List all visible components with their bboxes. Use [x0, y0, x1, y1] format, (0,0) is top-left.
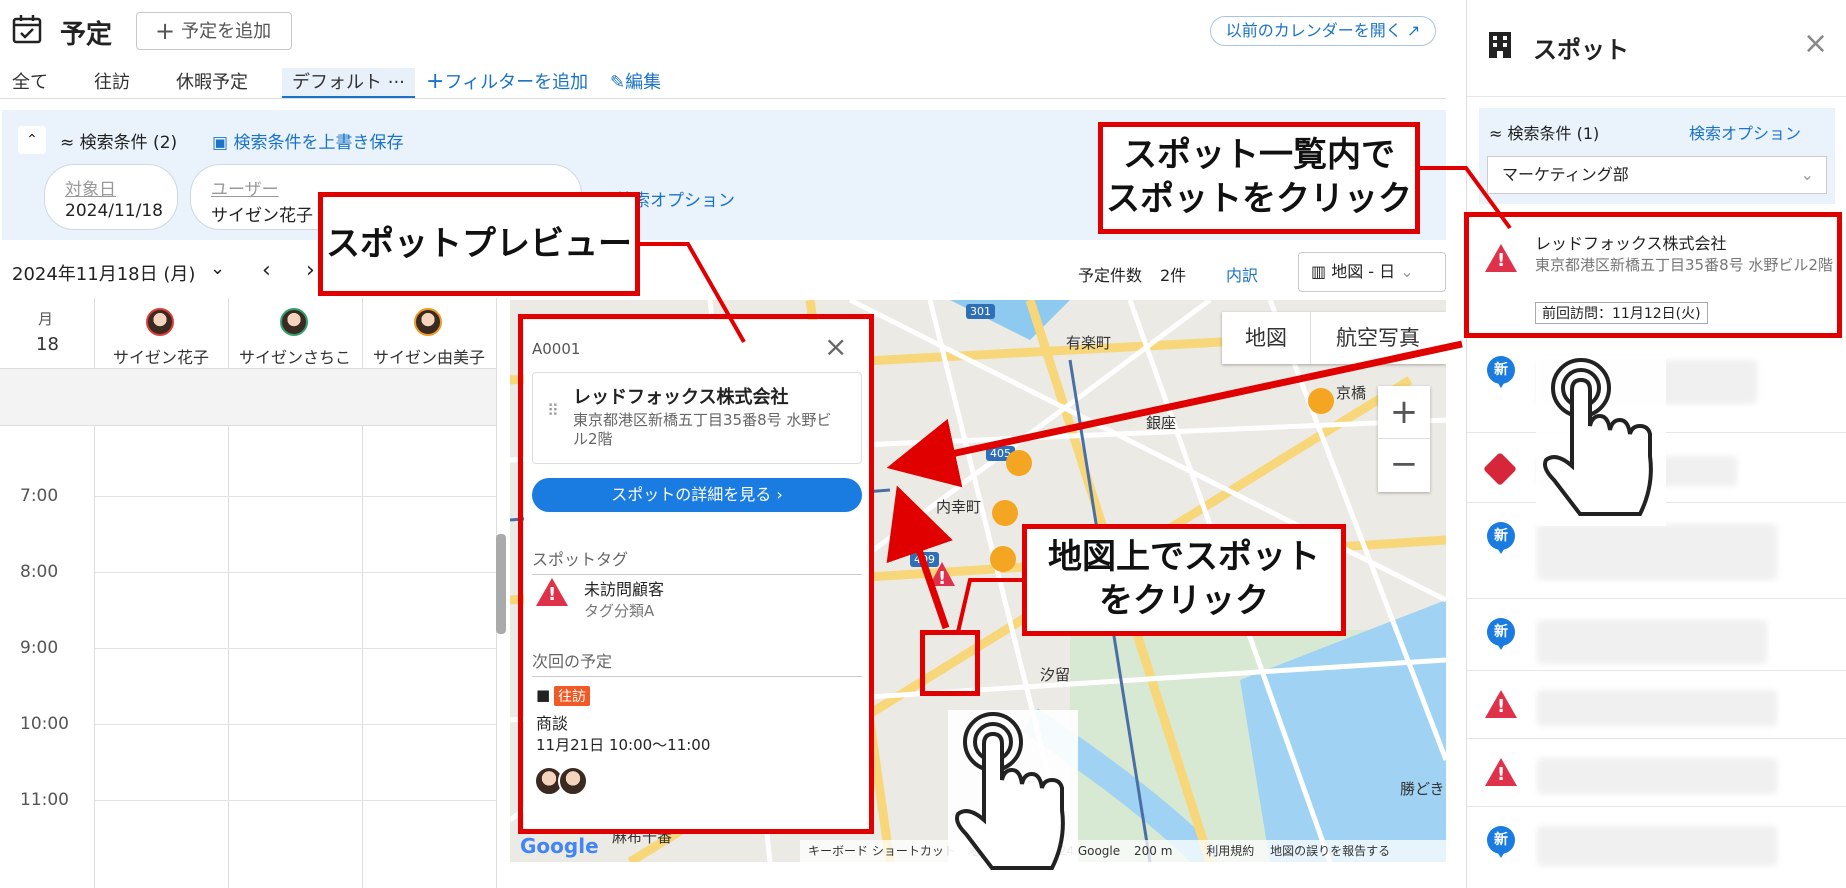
callout-preview: スポットプレビュー — [318, 192, 640, 296]
pointer-hand-icon — [1536, 356, 1666, 526]
callout-list-click: スポット一覧内で スポットをクリック — [1098, 122, 1420, 234]
callout-map-click: 地図上でスポット をクリック — [1022, 524, 1346, 636]
pointer-hand-icon — [948, 710, 1078, 880]
